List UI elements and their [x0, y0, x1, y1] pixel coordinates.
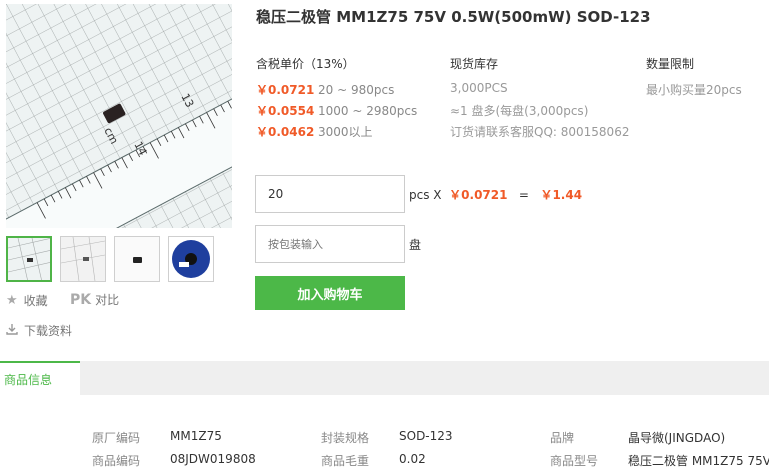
spec-value: 稳压二极管 MM1Z75 75V...	[628, 454, 769, 468]
tier-range: 3000以上	[318, 125, 373, 139]
price-tier: ￥0.0721 20 ~ 980pcs	[256, 81, 394, 98]
stock-quantity: 3,000PCS	[450, 81, 508, 95]
add-to-cart-button[interactable]: 加入购物车	[255, 276, 405, 310]
spec-label: 品牌	[550, 431, 575, 445]
stock-reel-note: ≈1 盘多(每盘(3,000pcs)	[450, 104, 589, 118]
download-icon	[6, 323, 18, 338]
thumbnail[interactable]	[6, 236, 52, 282]
price-calculation: pcs X ￥0.0721 = ￥1.44	[409, 186, 582, 203]
product-main-image[interactable]: 13 14 cm	[6, 4, 232, 228]
spec-value: 晶导微(JINGDAO)	[628, 431, 726, 445]
thumbnail-strip	[6, 236, 232, 284]
price-header: 含税单价（13%）	[256, 57, 355, 71]
tier-price: ￥0.0721	[256, 83, 315, 97]
tier-range: 20 ~ 980pcs	[318, 83, 395, 97]
tier-price: ￥0.0462	[256, 125, 315, 139]
spec-label: 商品型号	[550, 454, 599, 468]
price-tier: ￥0.0462 3000以上	[256, 123, 373, 140]
tier-range: 1000 ~ 2980pcs	[318, 104, 418, 118]
stock-header: 现货库存	[450, 57, 499, 71]
min-order: 最小购买量20pcs	[646, 83, 742, 97]
download-link[interactable]: 下载资料	[6, 322, 72, 339]
spec-label: 商品编码	[92, 454, 141, 468]
pk-badge: PK	[70, 291, 92, 308]
spec-value: SOD-123	[399, 429, 453, 443]
quantity-input[interactable]	[255, 175, 405, 213]
limit-header: 数量限制	[646, 57, 695, 71]
favorite-label: 收藏	[23, 294, 48, 308]
thumbnail-image	[8, 238, 50, 280]
thumbnail[interactable]	[114, 236, 160, 282]
thumbnail-image	[169, 237, 213, 281]
stock-contact-note: 订货请联系客服QQ: 800158062	[450, 125, 630, 139]
total-price: ￥1.44	[540, 188, 583, 202]
price-tier: ￥0.0554 1000 ~ 2980pcs	[256, 102, 417, 119]
favorite-button[interactable]: ★ 收藏	[6, 292, 48, 309]
tier-price: ￥0.0554	[256, 104, 315, 118]
compare-label: 对比	[95, 293, 120, 307]
thumbnail[interactable]	[168, 236, 214, 282]
thumbnail-image	[61, 237, 105, 281]
thumbnail-image	[115, 237, 159, 281]
detail-tabbar: 商品信息	[0, 361, 769, 395]
equals-sign: =	[518, 188, 529, 202]
spec-label: 原厂编码	[92, 431, 141, 445]
pack-unit: 盘	[409, 238, 422, 252]
spec-value: 08JDW019808	[170, 452, 256, 466]
spec-label: 封装规格	[321, 431, 370, 445]
unit-price: ￥0.0721	[449, 188, 508, 202]
thumbnail[interactable]	[60, 236, 106, 282]
spec-value: 0.02	[399, 452, 426, 466]
product-title: 稳压二极管 MM1Z75 75V 0.5W(500mW) SOD-123	[256, 8, 651, 26]
star-icon: ★	[6, 293, 18, 308]
compare-button[interactable]: PK 对比	[70, 291, 119, 308]
pack-input[interactable]	[255, 225, 405, 263]
cutting-mat-illustration: 13 14 cm	[6, 4, 232, 228]
download-label: 下载资料	[24, 324, 73, 338]
spec-label: 商品毛重	[321, 454, 370, 468]
tab-product-info[interactable]: 商品信息	[0, 361, 80, 395]
spec-value: MM1Z75	[170, 429, 222, 443]
unit-text: pcs X	[409, 188, 442, 202]
